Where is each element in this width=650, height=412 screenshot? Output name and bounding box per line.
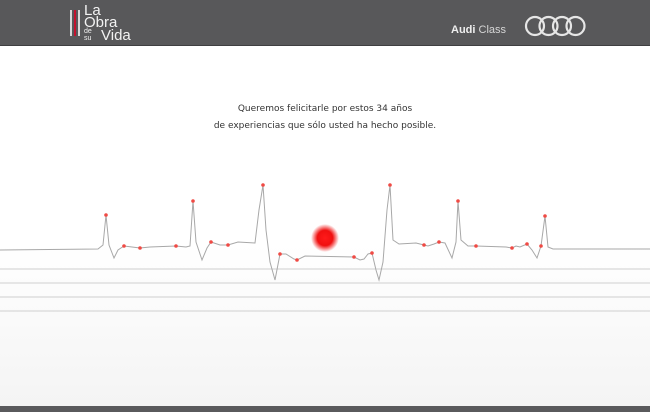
message-line-2: de experiencias que sólo usted ha hecho … [213, 121, 437, 131]
audi-rings-icon[interactable] [524, 14, 586, 38]
logo-bars-icon [68, 10, 82, 36]
congratulations-message: Queremos felicitarle por estos 34 años d… [0, 101, 650, 135]
logo-word-de: de [84, 28, 92, 35]
la-obra-de-su-vida-logo[interactable]: La Obra de su Vida [68, 3, 152, 44]
logo-word-vida: Vida [101, 27, 131, 44]
heartbeat-dot-button[interactable] [311, 224, 339, 252]
logo-word-su: su [84, 35, 92, 42]
top-bar: La Obra de su Vida Audi Class [0, 0, 650, 46]
audi-class-rest: Class [475, 24, 507, 36]
audi-class-bold: Audi [451, 24, 476, 36]
bottom-bar [0, 406, 650, 412]
message-line-1: Queremos felicitarle por estos 34 años [237, 104, 413, 114]
audi-class-link[interactable]: Audi Class [451, 24, 506, 36]
